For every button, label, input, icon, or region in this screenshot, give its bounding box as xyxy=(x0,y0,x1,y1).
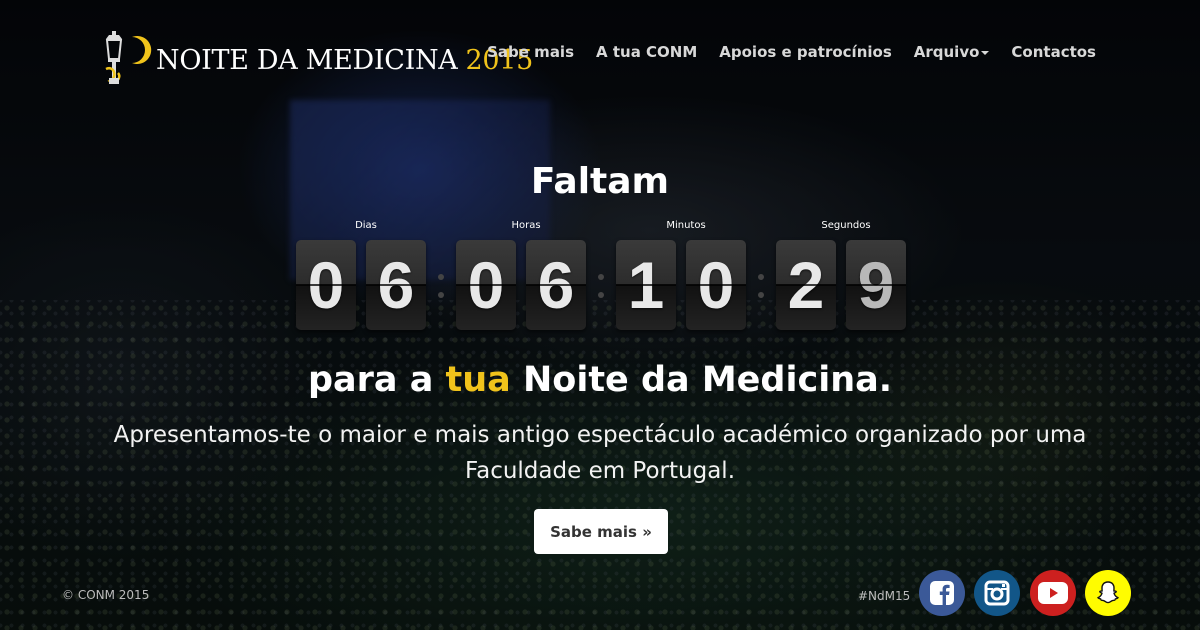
countdown-digit-hours-tens: 0 xyxy=(456,240,516,330)
countdown-digit-seconds-tens: 2 xyxy=(776,240,836,330)
facebook-icon xyxy=(930,581,954,605)
countdown-label-seconds: Segundos xyxy=(821,220,871,231)
tagline-before: para a xyxy=(307,360,446,400)
street-lamp-logo-icon xyxy=(105,31,152,84)
countdown-digit-days-tens: 0 xyxy=(296,240,356,330)
snapchat-link[interactable] xyxy=(1085,570,1131,616)
countdown-separator xyxy=(438,274,444,300)
instagram-icon xyxy=(984,580,1010,606)
countdown-digit-days-ones: 6 xyxy=(366,240,426,330)
countdown-digit-minutes-ones: 0 xyxy=(686,240,746,330)
countdown-timer: Dias Horas Minutos Segundos 0 6 0 6 1 0 … xyxy=(296,218,916,338)
copyright-text: © CONM 2015 xyxy=(62,588,150,602)
nav-contactos[interactable]: Contactos xyxy=(1011,43,1096,61)
countdown-label-hours: Horas xyxy=(511,220,541,231)
tagline-after: Noite da Medicina. xyxy=(510,360,893,400)
countdown-label-days: Dias xyxy=(355,220,377,231)
snapchat-icon xyxy=(1097,581,1119,604)
instagram-link[interactable] xyxy=(974,570,1020,616)
nav-apoios-patrocinios[interactable]: Apoios e patrocínios xyxy=(719,43,891,61)
brand-name: NOITE DA MEDICINA xyxy=(156,44,458,76)
main-nav: Sabe mais A tua CONM Apoios e patrocínio… xyxy=(487,43,1096,61)
countdown-digit-hours-ones: 6 xyxy=(526,240,586,330)
countdown-digit-minutes-tens: 1 xyxy=(616,240,676,330)
countdown-separator xyxy=(758,274,764,300)
hero-tagline: para a tua Noite da Medicina. xyxy=(0,360,1200,400)
youtube-link[interactable] xyxy=(1030,570,1076,616)
sabe-mais-button[interactable]: Sabe mais » xyxy=(534,509,668,554)
countdown-label-minutes: Minutos xyxy=(666,220,706,231)
hero-title: Faltam xyxy=(530,161,670,202)
countdown-separator xyxy=(598,274,604,300)
brand-logo[interactable]: NOITE DA MEDICINA 2015 xyxy=(92,30,533,90)
navbar: NOITE DA MEDICINA 2015 Sabe mais A tua CO… xyxy=(0,0,1200,100)
nav-a-tua-conm[interactable]: A tua CONM xyxy=(596,43,697,61)
countdown-digit-seconds-ones: 9 xyxy=(846,240,906,330)
hero-description: Apresentamos-te o maior e mais antigo es… xyxy=(113,422,1087,484)
facebook-link[interactable] xyxy=(919,570,965,616)
nav-arquivo-dropdown[interactable]: Arquivo xyxy=(914,43,990,61)
caret-down-icon xyxy=(981,50,990,55)
tagline-highlight: tua xyxy=(445,360,511,400)
nav-sabe-mais[interactable]: Sabe mais xyxy=(487,43,574,61)
nav-arquivo-label: Arquivo xyxy=(913,43,980,61)
youtube-icon xyxy=(1038,582,1068,604)
hashtag-text: #NdM15 xyxy=(858,589,911,603)
